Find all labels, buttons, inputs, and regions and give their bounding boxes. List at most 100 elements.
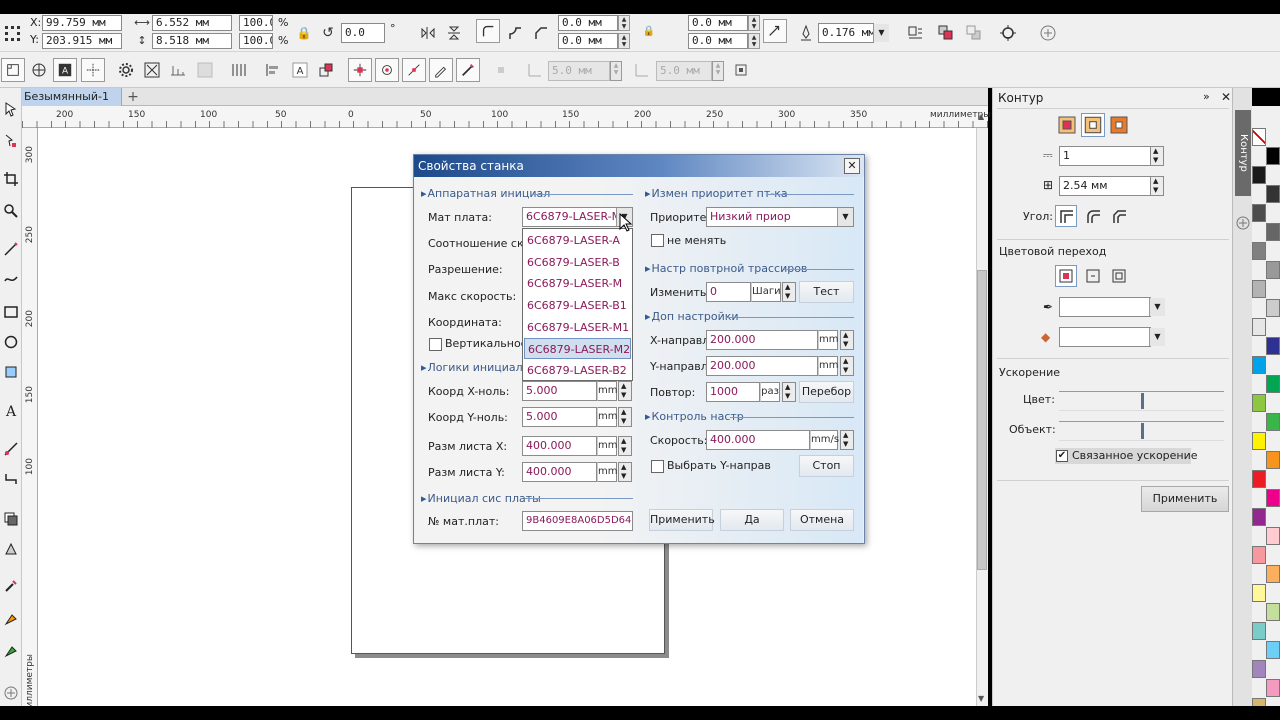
outline-width-dropdown[interactable]: ▼ [873,24,889,42]
mirror-horizontal-icon[interactable] [418,23,438,43]
no-change-checkbox[interactable] [651,234,664,247]
dropdown-item[interactable]: 6C6879-LASER-B1 [524,295,631,316]
mat-number-input[interactable]: 9B4609E8A06D5D64 [522,511,633,531]
parallel-dimension-icon[interactable] [1,438,21,460]
to-front-icon[interactable] [936,23,956,43]
steps-spinner[interactable] [1150,146,1164,166]
add-tab-button[interactable]: + [126,88,140,106]
blend-counter-icon[interactable] [1109,266,1129,286]
tab-document[interactable]: Безымянный-1 [22,88,122,106]
add-icon[interactable] [1038,23,1058,43]
palette-swatch[interactable] [1252,204,1266,222]
change-spinner[interactable] [782,282,796,302]
dialog-cancel-button[interactable]: Отмена [790,509,854,531]
edit-node-icon[interactable] [429,58,453,82]
docker-close-button[interactable]: ✕ [1221,90,1231,104]
shape-tool-icon[interactable] [1,130,21,152]
sheet-x-input[interactable]: 400.000 [522,436,597,456]
dropdown-item[interactable]: 6C6879-LASER-M1 [524,317,631,338]
linked-accel-checkbox[interactable]: ✔ [1056,450,1068,462]
blend-direct-icon[interactable] [1055,265,1077,287]
corner-round-icon[interactable] [476,19,500,43]
palette-swatch[interactable] [1266,489,1280,507]
vertical-checkbox[interactable] [429,338,442,351]
angle-field[interactable]: 0.0 [341,23,385,43]
lock-corners-icon[interactable]: 🔒 [642,14,656,48]
scale-x-field[interactable]: 100.0 [239,15,273,31]
speed-spinner[interactable] [840,430,854,450]
y-direction-input[interactable]: 200.000 [706,356,818,376]
polygon-tool-icon[interactable] [1,361,21,383]
interactive-fill-icon[interactable] [1,608,21,630]
smart-draw-icon[interactable] [1,268,21,290]
docker-add-icon[interactable] [1236,216,1250,230]
palette-swatch[interactable] [1252,318,1266,336]
priority-select[interactable]: Низкий приор [706,207,854,227]
priority-dropdown-arrow[interactable]: ▼ [837,208,853,226]
contour-to-center-icon[interactable] [1057,115,1077,135]
pattern-icon[interactable] [81,58,105,82]
contour-outside-icon[interactable] [1109,115,1129,135]
columns-icon[interactable] [229,60,249,80]
dialog-close-button[interactable]: ✕ [844,158,860,174]
corner-bevel-icon[interactable] [1109,206,1129,226]
blend-clockwise-icon[interactable] [1083,266,1103,286]
dialog-ok-button[interactable]: Да [720,509,784,531]
scale-y-field[interactable]: 100.0 [239,33,273,49]
palette-swatch[interactable] [1252,394,1266,412]
snap-guide-icon[interactable] [402,58,426,82]
corner-offset-1-spinner[interactable]: ▲ ▼ [618,15,630,31]
lock-ratio-icon[interactable]: 🔒 [296,23,312,43]
smart-fill-icon[interactable] [1,640,21,662]
to-back-icon[interactable] [964,23,984,43]
corner-offset-4-spinner[interactable]: ▲ ▼ [748,33,760,49]
palette-swatch[interactable] [1252,242,1266,260]
palette-swatch[interactable] [1266,451,1280,469]
snap-grid-icon[interactable] [348,58,372,82]
connector-icon[interactable] [1,468,21,490]
transform-icon[interactable] [316,60,336,80]
freehand-tool-icon[interactable] [1,238,21,260]
text-frame-icon[interactable]: A [53,58,77,82]
repeat-spinner[interactable] [782,382,796,402]
corner-offset-1[interactable]: 0.0 мм [558,15,618,31]
fill-color-dropdown[interactable]: ▼ [1149,328,1165,346]
scrollbar-thumb[interactable] [977,270,987,570]
text-bold-icon[interactable]: A [290,60,310,80]
sheet-y-input[interactable]: 400.000 [522,462,597,482]
docker-tab-contour[interactable]: Контур [1235,110,1251,196]
dropdown-item[interactable]: 6C6879-LASER-B2 [524,360,631,381]
palette-swatch[interactable] [1252,508,1266,526]
change-input[interactable]: 0 [706,282,751,302]
palette-swatch[interactable] [1252,166,1266,184]
palette-swatch[interactable] [1266,375,1280,393]
palette-swatch[interactable] [1252,470,1266,488]
text-tool-icon[interactable]: A [1,399,21,421]
zoom-tool-icon[interactable] [1,200,21,222]
palette-swatch[interactable] [1266,527,1280,545]
view-icon[interactable] [29,60,49,80]
object-accel-thumb[interactable] [1141,423,1144,439]
docker-apply-button[interactable]: Применить [1141,486,1229,512]
palette-swatch[interactable] [1252,546,1266,564]
scale-corners-icon[interactable] [763,19,787,43]
contour-inside-icon[interactable] [1081,113,1105,137]
select-y-checkbox[interactable] [651,460,664,473]
repeat-input[interactable]: 1000 [706,382,760,402]
corner-offset-3-spinner[interactable]: ▲ ▼ [748,15,760,31]
palette-swatch[interactable] [1266,223,1280,241]
drop-shadow-icon[interactable] [1,508,21,530]
palette-swatch[interactable] [1252,128,1266,146]
x-direction-input[interactable]: 200.000 [706,330,818,350]
dropdown-item[interactable]: 6C6879-LASER-B [524,252,631,273]
palette-swatch[interactable] [1266,261,1280,279]
coord-y-zero-input[interactable]: 5.000 [522,407,597,427]
corner-offset-2[interactable]: 0.0 мм [558,33,618,49]
grid-icon[interactable] [2,23,22,43]
dropdown-item-selected[interactable]: 6C6879-LASER-M2 [524,338,631,359]
corner-offset-4[interactable]: 0.0 мм [688,33,748,49]
y-position-field[interactable]: 203.915 мм [42,33,122,49]
retry-button[interactable]: Перебор [799,381,854,403]
dropdown-item[interactable]: 6C6879-LASER-M [524,273,631,294]
close-box-icon[interactable] [142,60,162,80]
